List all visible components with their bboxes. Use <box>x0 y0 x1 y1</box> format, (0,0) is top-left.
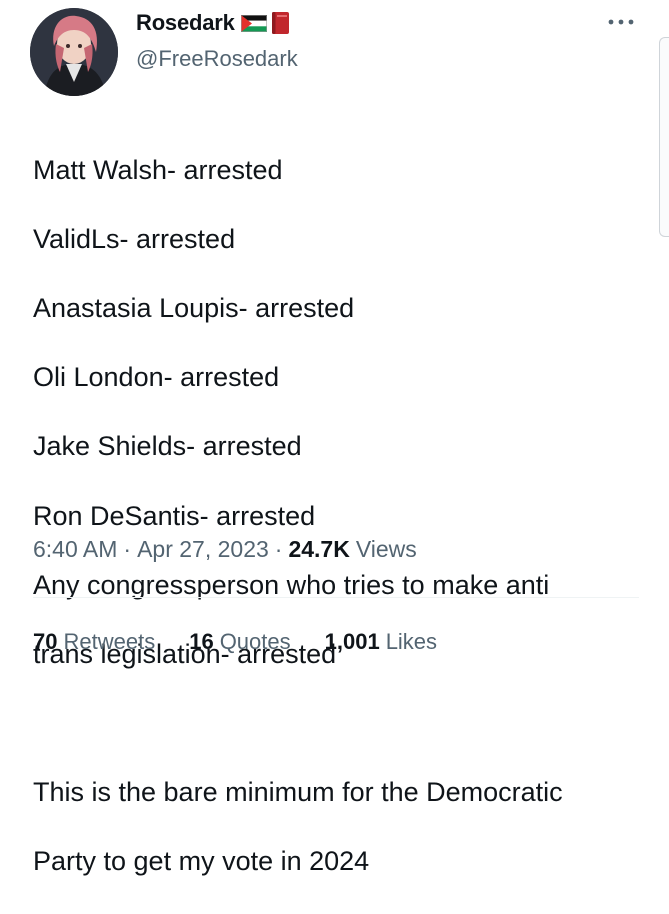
quotes-stat[interactable]: 16 Quotes <box>189 629 290 655</box>
tweet-line: Anastasia Loupis- arrested <box>33 292 355 323</box>
tweet-meta: 6:40 AM · Apr 27, 2023 · 24.7K Views <box>33 536 417 563</box>
palestine-flag-icon <box>240 14 267 32</box>
meta-separator: · <box>123 536 132 562</box>
views-label: Views <box>355 536 417 562</box>
retweets-stat[interactable]: 70 Retweets <box>33 629 155 655</box>
retweets-count: 70 <box>33 629 58 654</box>
views-count: 24.7K <box>288 536 350 562</box>
tweet-line: This is the bare minimum for the Democra… <box>33 777 563 808</box>
display-name[interactable]: Rosedark <box>136 10 235 36</box>
tweet-line: Oli London- arrested <box>33 362 280 393</box>
tweet-line: ValidLs- arrested <box>33 223 236 254</box>
author-name-row[interactable]: Rosedark <box>136 10 291 36</box>
tweet-line: Matt Walsh- arrested <box>33 154 283 185</box>
scrollbar[interactable] <box>659 37 669 237</box>
quotes-label: Quotes <box>219 629 291 654</box>
tweet-text: Matt Walsh- arrested ValidLs- arrested A… <box>33 118 653 914</box>
engagement-stats: 70 Retweets 16 Quotes 1,001 Likes <box>33 629 471 655</box>
tweet-date[interactable]: Apr 27, 2023 <box>137 536 269 563</box>
likes-stat[interactable]: 1,001 Likes <box>325 629 437 655</box>
tweet-time[interactable]: 6:40 AM <box>33 536 117 563</box>
avatar-image <box>30 8 118 96</box>
more-options-icon[interactable] <box>607 14 635 25</box>
tweet-line: Jake Shields- arrested <box>33 431 302 462</box>
likes-count: 1,001 <box>324 629 380 654</box>
divider <box>33 597 639 598</box>
tweet-line: Ron DeSantis- arrested <box>33 500 316 531</box>
tweet-line: Party to get my vote in 2024 <box>33 846 370 877</box>
quotes-count: 16 <box>189 629 214 654</box>
avatar[interactable] <box>30 8 118 96</box>
retweets-label: Retweets <box>63 629 156 654</box>
red-book-icon <box>271 11 291 35</box>
meta-separator: · <box>274 536 283 562</box>
author-handle[interactable]: @FreeRosedark <box>136 46 298 72</box>
likes-label: Likes <box>385 629 438 654</box>
